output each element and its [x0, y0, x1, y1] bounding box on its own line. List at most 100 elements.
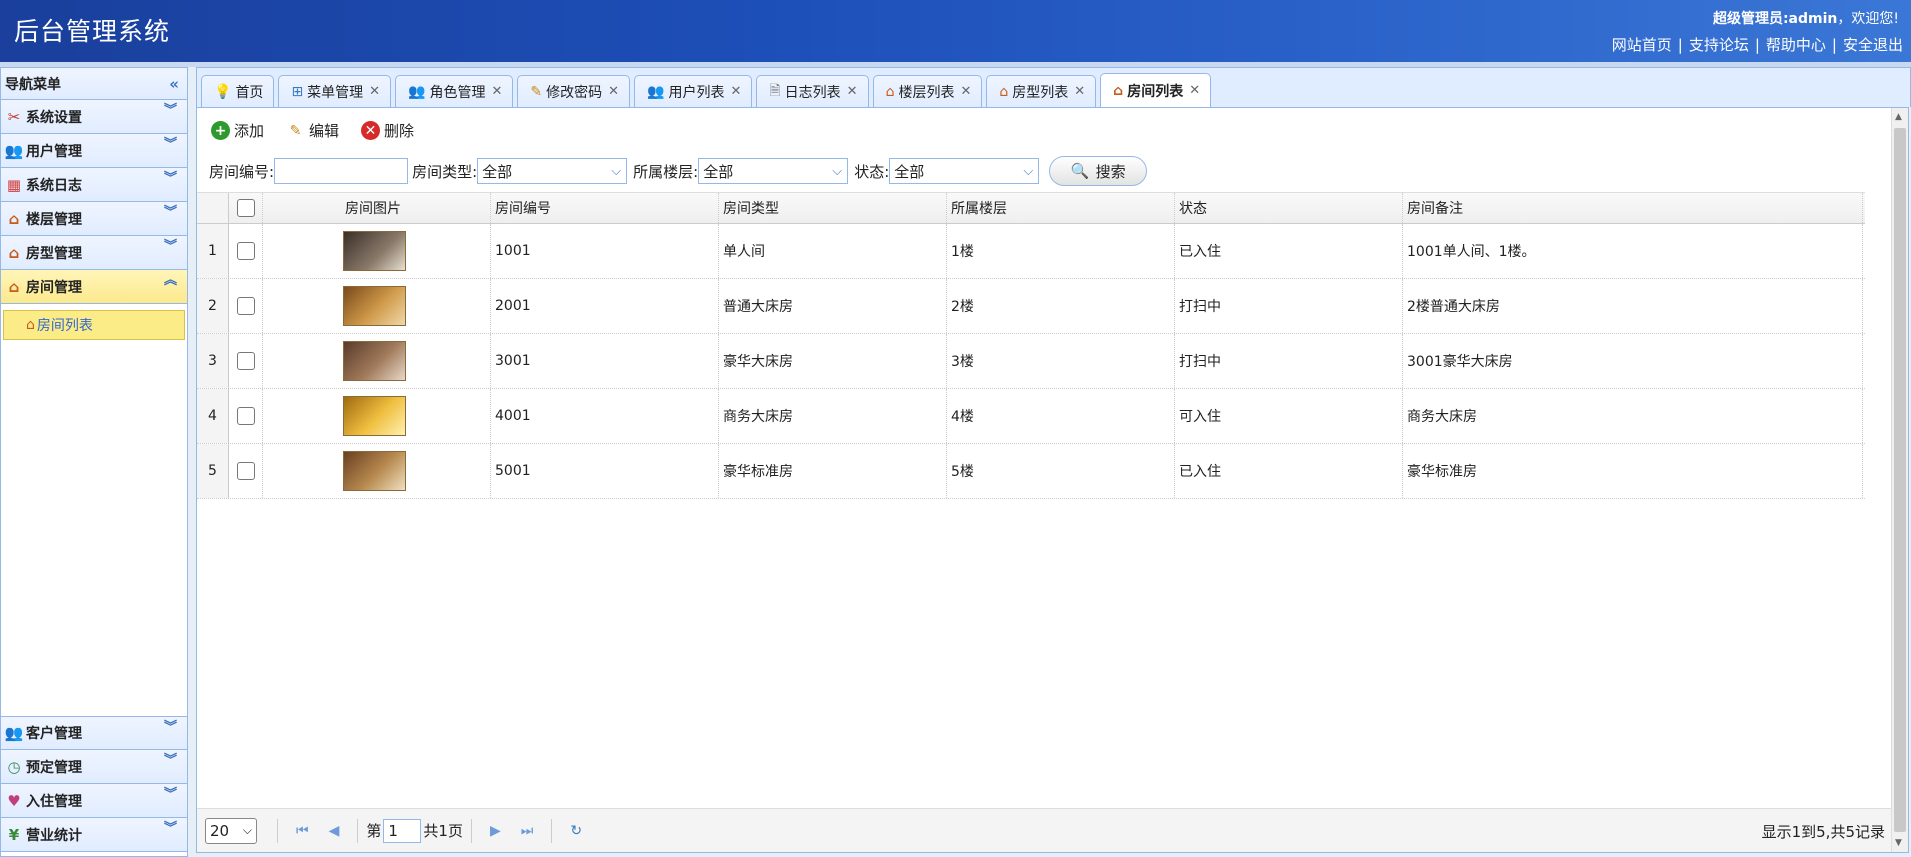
close-icon[interactable]: ✕: [847, 84, 858, 99]
header-room-no[interactable]: 房间编号: [491, 193, 719, 223]
link-logout[interactable]: 安全退出: [1843, 36, 1903, 54]
close-icon[interactable]: ✕: [1189, 83, 1200, 98]
delete-button[interactable]: ✕ 删除: [361, 120, 414, 141]
room-no-cell: 4001: [491, 389, 719, 443]
row-checkbox[interactable]: [236, 352, 255, 370]
note-cell: 商务大床房: [1403, 389, 1863, 443]
floor-value: 全部: [703, 162, 734, 181]
tab-menu-management[interactable]: ⊞ 菜单管理 ✕: [278, 75, 392, 107]
row-checkbox-cell: [229, 444, 263, 498]
note-cell: 2楼普通大床房: [1403, 279, 1863, 333]
tab-floor-list[interactable]: ⌂ 楼层列表 ✕: [872, 75, 983, 107]
page-size-select[interactable]: 20 ⌵: [205, 817, 257, 844]
row-checkbox[interactable]: [236, 242, 255, 260]
tab-user-list[interactable]: 👥 用户列表 ✕: [634, 75, 753, 107]
header-note[interactable]: 房间备注: [1403, 193, 1863, 223]
link-support-forum[interactable]: 支持论坛: [1689, 36, 1749, 54]
tab-room-list[interactable]: ⌂ 房间列表 ✕: [1100, 73, 1212, 107]
table-row[interactable]: 5 5001 豪华标准房 5楼 已入住 豪华标准房: [197, 444, 1865, 499]
refresh-icon[interactable]: ↻: [570, 823, 582, 839]
tab-label: 角色管理: [429, 84, 486, 101]
link-help-center[interactable]: 帮助中心: [1766, 36, 1826, 54]
scroll-up-icon[interactable]: ▲: [1895, 112, 1902, 122]
close-icon[interactable]: ✕: [960, 84, 971, 99]
header-floor[interactable]: 所属楼层: [947, 193, 1175, 223]
yen-icon: ¥: [8, 825, 20, 844]
header-checkbox-cell: [229, 193, 263, 223]
last-page-icon[interactable]: ⏭: [521, 823, 534, 839]
close-icon[interactable]: ✕: [492, 84, 503, 99]
vertical-scrollbar[interactable]: ▲ ▼: [1891, 108, 1908, 852]
first-page-icon[interactable]: ⏮: [296, 823, 309, 839]
row-checkbox[interactable]: [236, 297, 255, 315]
scroll-down-icon[interactable]: ▼: [1895, 838, 1902, 848]
welcome-user: 超级管理员:admin: [1712, 11, 1838, 27]
menu-group-label: 系统日志: [26, 177, 82, 194]
room-image: [343, 451, 406, 491]
sidebar-item-room-list[interactable]: ⌂ 房间列表: [3, 310, 185, 340]
collapse-sidebar-icon[interactable]: «: [169, 75, 183, 93]
row-checkbox-cell: [229, 389, 263, 443]
menu-group-room-type-management[interactable]: ⌂ 房型管理 ︾: [1, 236, 187, 270]
users-icon: 👥: [4, 724, 24, 742]
table-row[interactable]: 4 4001 商务大床房 4楼 可入住 商务大床房: [197, 389, 1865, 444]
floor-cell: 2楼: [947, 279, 1175, 333]
link-site-home[interactable]: 网站首页: [1612, 36, 1672, 54]
menu-group-checkin-management[interactable]: ♥ 入住管理 ︾: [1, 784, 187, 818]
menu-group-system-log[interactable]: ▦ 系统日志 ︾: [1, 168, 187, 202]
row-checkbox-cell: [229, 279, 263, 333]
delete-icon: ✕: [361, 121, 381, 140]
floor-select[interactable]: 全部 ⌵: [698, 158, 849, 184]
menu-group-room-management[interactable]: ⌂ 房间管理 ︽: [1, 270, 187, 304]
menu-group-label: 客户管理: [26, 726, 82, 742]
house-icon: ⌂: [8, 277, 20, 296]
sidebar-bottom-groups: 👥 客户管理 ︾ ◷ 预定管理 ︾ ♥ 入住管理 ︾ ¥ 营业统计 ︾: [1, 716, 187, 852]
tab-role-management[interactable]: 👥 角色管理 ✕: [395, 75, 514, 107]
close-icon[interactable]: ✕: [1074, 84, 1085, 99]
room-no-label: 房间编号:: [209, 162, 275, 181]
pager-separator: [470, 818, 472, 843]
prev-page-icon[interactable]: ◀: [329, 823, 340, 839]
tab-log-list[interactable]: 🗎 日志列表 ✕: [756, 75, 869, 107]
close-icon[interactable]: ✕: [369, 84, 380, 99]
close-icon[interactable]: ✕: [731, 84, 742, 99]
header-room-image[interactable]: 房间图片: [263, 193, 491, 223]
row-number: 5: [197, 444, 229, 498]
tab-label: 修改密码: [546, 84, 603, 101]
header-status[interactable]: 状态: [1175, 193, 1403, 223]
row-checkbox[interactable]: [236, 462, 255, 480]
menu-group-booking-management[interactable]: ◷ 预定管理 ︾: [1, 750, 187, 784]
page-number-input[interactable]: 1: [383, 818, 422, 843]
next-page-icon[interactable]: ▶: [490, 823, 501, 839]
menu-group-customer-management[interactable]: 👥 客户管理 ︾: [1, 716, 187, 750]
heart-icon: ♥: [7, 791, 21, 810]
room-type-select[interactable]: 全部 ⌵: [477, 158, 628, 184]
table-row[interactable]: 3 3001 豪华大床房 3楼 打扫中 3001豪华大床房: [197, 334, 1865, 389]
close-icon[interactable]: ✕: [608, 84, 619, 99]
room-image: [343, 286, 406, 326]
select-all-checkbox[interactable]: [236, 199, 255, 217]
table-row[interactable]: 1 1001 单人间 1楼 已入住 1001单人间、1楼。: [197, 224, 1865, 279]
menu-group-label: 预定管理: [26, 759, 82, 776]
scrollbar-thumb[interactable]: [1894, 128, 1906, 832]
floor-cell: 4楼: [947, 389, 1175, 443]
tab-home[interactable]: 💡 首页: [201, 75, 275, 107]
menu-group-user-management[interactable]: 👥 用户管理 ︾: [1, 134, 187, 168]
add-button[interactable]: + 添加: [211, 120, 264, 141]
status-select[interactable]: 全部 ⌵: [889, 158, 1040, 184]
tab-label: 菜单管理: [307, 84, 364, 101]
table-row[interactable]: 2 2001 普通大床房 2楼 打扫中 2楼普通大床房: [197, 279, 1865, 334]
row-checkbox[interactable]: [236, 407, 255, 425]
tab-room-type-list[interactable]: ⌂ 房型列表 ✕: [986, 75, 1097, 107]
menu-group-system-settings[interactable]: ✂ 系统设置 ︾: [1, 100, 187, 134]
search-button[interactable]: 🔍 搜索: [1049, 156, 1148, 186]
menu-group-floor-management[interactable]: ⌂ 楼层管理 ︾: [1, 202, 187, 236]
header-room-type[interactable]: 房间类型: [719, 193, 947, 223]
edit-button[interactable]: ✎ 编辑: [286, 120, 339, 141]
tab-change-password[interactable]: ✎ 修改密码 ✕: [517, 75, 631, 107]
pager-separator: [357, 818, 359, 843]
room-no-input[interactable]: [274, 158, 409, 184]
tab-label: 用户列表: [668, 84, 725, 101]
menu-group-label: 房型管理: [26, 245, 82, 262]
menu-group-business-statistics[interactable]: ¥ 营业统计 ︾: [1, 818, 187, 852]
